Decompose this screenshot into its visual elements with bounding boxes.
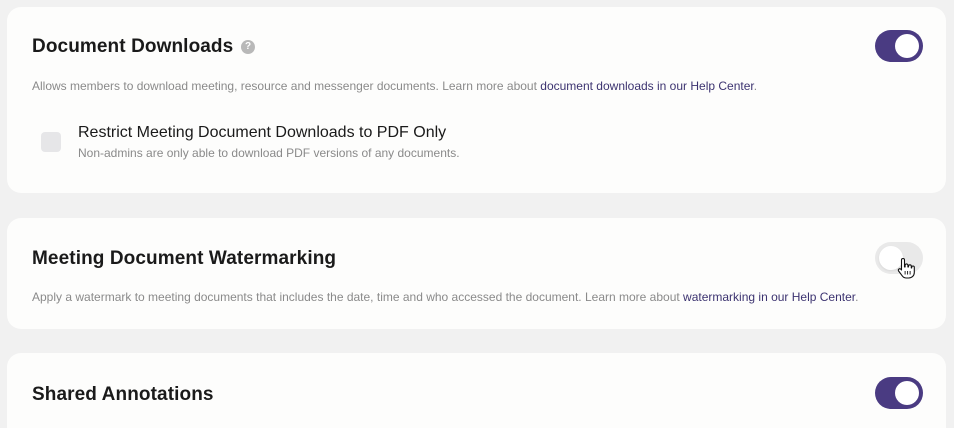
shared-annotations-title: Shared Annotations: [32, 384, 214, 405]
toggle-knob: [895, 381, 919, 405]
shared-annotations-toggle[interactable]: [875, 377, 923, 409]
document-downloads-title: Document Downloads: [32, 36, 234, 57]
settings-page: Document Downloads ? Allows members to d…: [0, 0, 954, 428]
question-circle-icon[interactable]: ?: [241, 40, 255, 54]
watermarking-help-link[interactable]: watermarking in our Help Center: [683, 290, 855, 304]
document-downloads-help-link[interactable]: document downloads in our Help Center: [540, 79, 753, 93]
document-downloads-toggle[interactable]: [875, 30, 923, 62]
restrict-pdf-description: Non-admins are only able to download PDF…: [78, 146, 460, 160]
toggle-knob: [895, 34, 919, 58]
shared-annotations-card: Shared Annotations: [7, 353, 946, 428]
restrict-pdf-label: Restrict Meeting Document Downloads to P…: [78, 124, 447, 141]
watermarking-card: Meeting Document Watermarking Apply a wa…: [7, 218, 946, 329]
restrict-pdf-checkbox[interactable]: [41, 132, 61, 152]
hand-pointer-icon: [897, 257, 915, 279]
document-downloads-description: Allows members to download meeting, reso…: [32, 79, 758, 93]
document-downloads-card: Document Downloads ? Allows members to d…: [7, 7, 946, 193]
watermarking-title: Meeting Document Watermarking: [32, 248, 337, 269]
watermarking-description: Apply a watermark to meeting documents t…: [32, 290, 859, 304]
